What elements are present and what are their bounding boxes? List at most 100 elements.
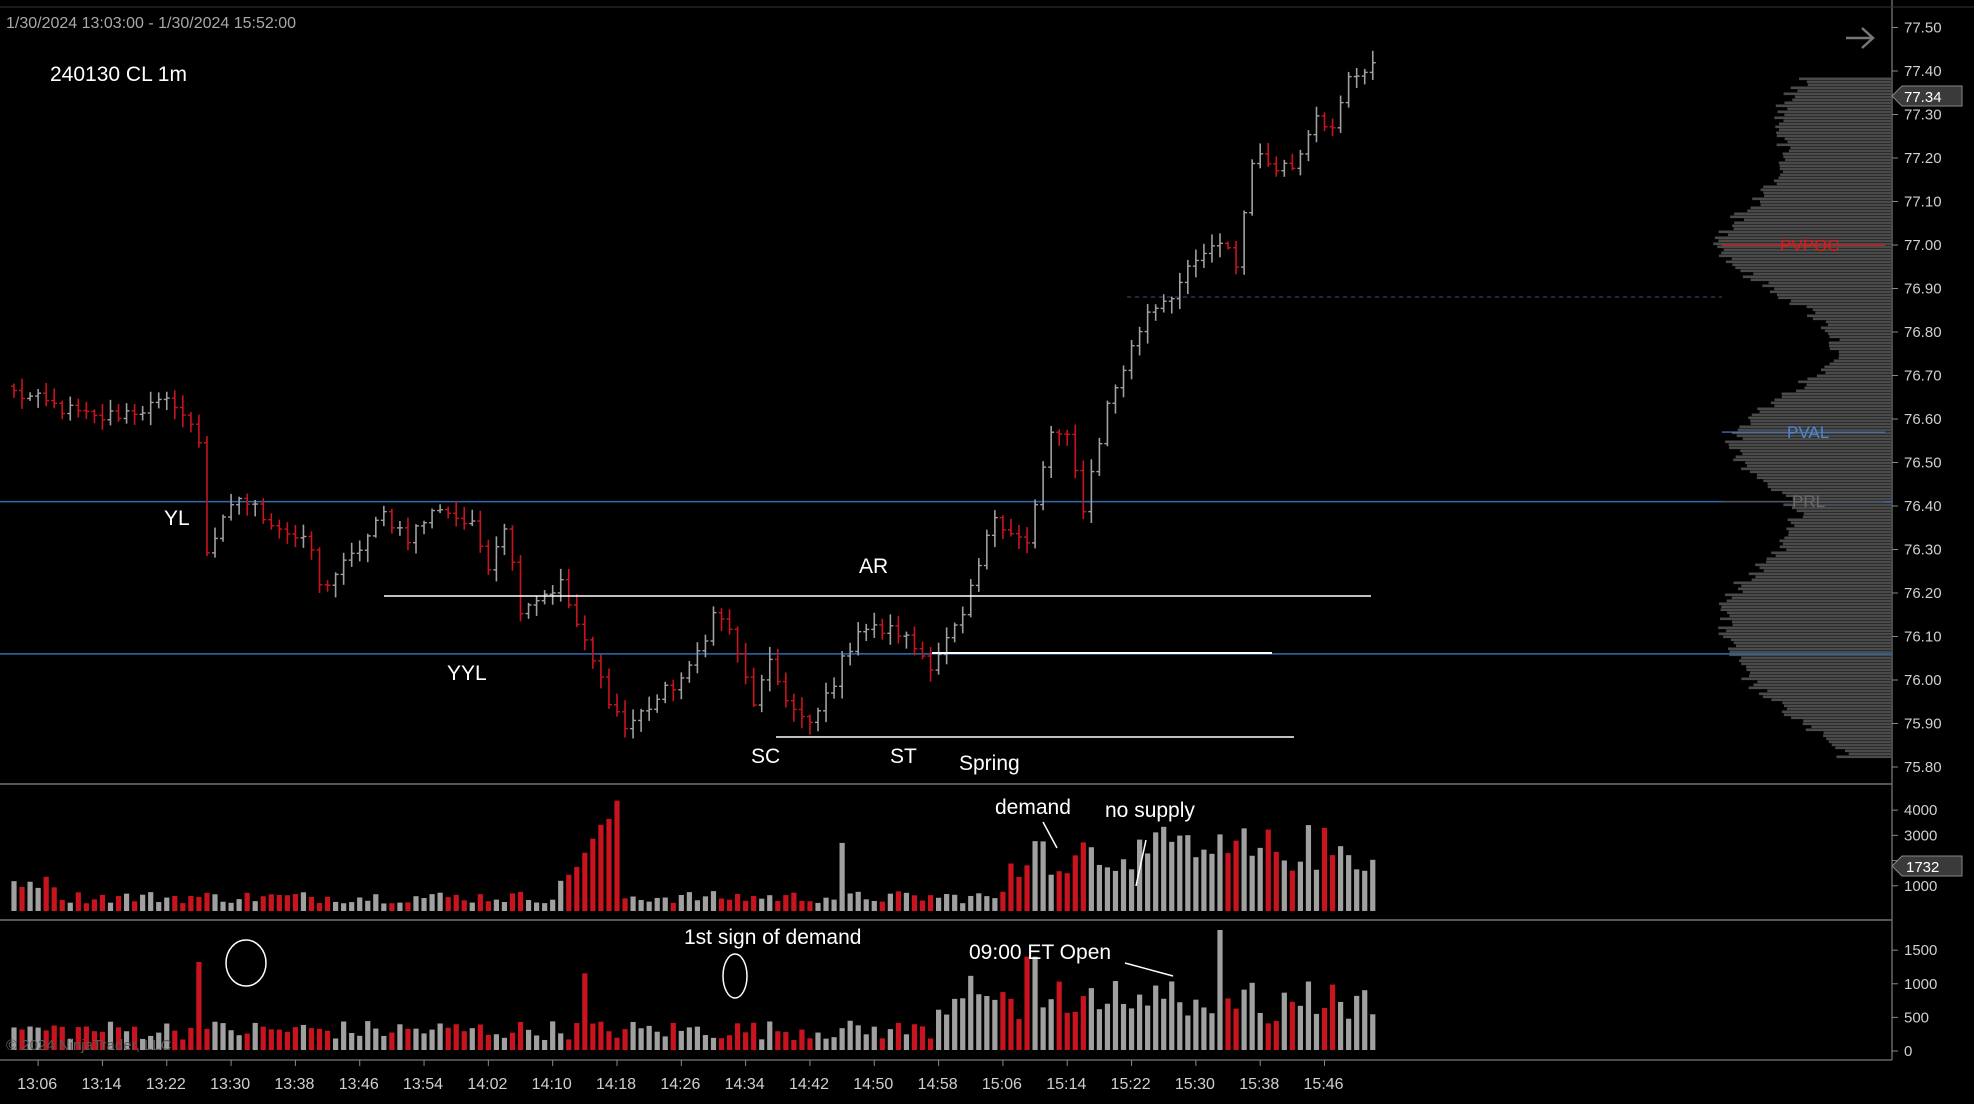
volume-bar <box>1265 829 1271 911</box>
profile-bar <box>1807 377 1892 381</box>
volume-bar <box>743 1032 749 1050</box>
volume-bar <box>960 998 966 1050</box>
profile-bar <box>1734 212 1892 216</box>
y-tick-label: 76.40 <box>1904 498 1942 515</box>
y-tick-label: 76.60 <box>1904 411 1942 428</box>
volume-bar <box>1120 859 1127 911</box>
volume-bar <box>1080 842 1086 911</box>
volume-bar <box>1008 863 1014 911</box>
x-tick-label: 14:26 <box>660 1076 700 1093</box>
profile-bar <box>1759 200 1892 204</box>
profile-bar <box>1785 158 1892 162</box>
volume-bar <box>51 887 57 911</box>
profile-bar <box>1790 86 1892 90</box>
profile-bar <box>1742 275 1892 279</box>
volume-bar <box>1329 855 1336 911</box>
y-tick-label: 3000 <box>1904 827 1937 844</box>
x-tick-label: 15:14 <box>1046 1076 1086 1093</box>
profile-bar <box>1783 704 1892 708</box>
volume-bar <box>823 897 829 911</box>
annotation-demand: demand <box>995 796 1071 819</box>
volume-bar <box>35 887 41 911</box>
y-tick-label: 0 <box>1904 1043 1912 1060</box>
volume-bar <box>952 998 958 1050</box>
volume-bar <box>148 892 154 911</box>
profile-bar <box>1782 170 1892 174</box>
x-tick-label: 13:38 <box>274 1076 314 1093</box>
x-tick-label: 14:02 <box>467 1076 507 1093</box>
volume-bar <box>196 897 202 911</box>
profile-bar <box>1762 695 1892 699</box>
volume-bar <box>59 899 65 911</box>
y-tick-label: 77.00 <box>1904 237 1942 254</box>
y-tick-label: 76.20 <box>1904 585 1942 602</box>
chart-svg[interactable]: 77.50 77.40 77.30 77.20 77.10 77.00 76.90 76.80… <box>0 0 1974 1099</box>
volume-bar <box>670 902 676 911</box>
volume-bar <box>1056 981 1062 1050</box>
volume-bar <box>228 1030 234 1050</box>
profile-bar <box>1803 512 1892 516</box>
volume-bar <box>646 901 652 911</box>
profile-bar <box>1786 707 1892 711</box>
chart-window[interactable]: 77.50 77.40 77.30 77.20 77.10 77.00 76.90 76.80… <box>0 0 1974 1099</box>
volume-bar <box>107 902 114 911</box>
annotation-no-supply: no supply <box>1105 799 1195 822</box>
volume-bar <box>260 1026 266 1050</box>
profile-bar <box>1786 548 1892 552</box>
profile-bar <box>1740 449 1892 453</box>
profile-bar <box>1764 194 1892 198</box>
volume-bar <box>1016 876 1022 911</box>
volume-bar <box>357 897 363 911</box>
profile-bar <box>1825 320 1892 324</box>
profile-bar <box>1782 701 1892 705</box>
volume-bar <box>1249 855 1255 911</box>
volume-bar <box>477 1024 483 1050</box>
volume-bar <box>469 902 475 911</box>
profile-bar <box>1727 647 1892 651</box>
volume-bar <box>1329 984 1336 1050</box>
volume-bar <box>726 899 733 911</box>
volume-bar <box>1112 870 1119 911</box>
volume-bar <box>1000 992 1006 1050</box>
volume-bar <box>847 1020 853 1050</box>
profile-bar <box>1763 569 1892 573</box>
volume-bar <box>839 1028 845 1050</box>
x-tick-label: 15:30 <box>1175 1076 1215 1093</box>
x-tick-label: 14:34 <box>725 1076 765 1093</box>
volume-bar <box>606 1031 612 1050</box>
volume-bar <box>590 838 596 911</box>
profile-bar <box>1727 611 1892 615</box>
profile-bar <box>1758 692 1892 696</box>
profile-bar <box>1755 563 1892 567</box>
profile-bar <box>1763 185 1892 189</box>
volume-bar <box>1354 995 1360 1050</box>
annotation-sc: SC <box>751 745 780 768</box>
volume-bar <box>783 1032 789 1050</box>
profile-bar <box>1823 734 1892 738</box>
volume-bar <box>879 1038 885 1050</box>
volume-bar <box>590 1023 596 1050</box>
volume-bar <box>791 892 797 911</box>
x-tick-label: 14:18 <box>596 1076 636 1093</box>
volume-bar <box>1137 994 1143 1050</box>
profile-bar <box>1739 659 1892 663</box>
profile-bar <box>1835 746 1892 750</box>
profile-bar <box>1783 119 1892 123</box>
profile-bar <box>1775 104 1892 108</box>
volume-bar <box>1064 873 1070 911</box>
profile-bar <box>1724 593 1892 597</box>
volume-bar <box>1241 989 1247 1050</box>
volume-bar <box>292 1027 298 1050</box>
profile-bar <box>1767 485 1892 489</box>
volume-bar <box>718 898 725 911</box>
volume-bar <box>1024 956 1030 1050</box>
profile-bar <box>1726 599 1892 603</box>
volume-bar <box>1177 835 1183 911</box>
volume-bar <box>783 895 789 911</box>
x-tick-label: 15:38 <box>1239 1076 1279 1093</box>
volume-bar <box>1321 1007 1328 1050</box>
volume-bar <box>1112 981 1119 1050</box>
volume-bar <box>863 1034 869 1050</box>
volume-bar <box>1362 990 1368 1050</box>
profile-bar <box>1725 260 1892 264</box>
